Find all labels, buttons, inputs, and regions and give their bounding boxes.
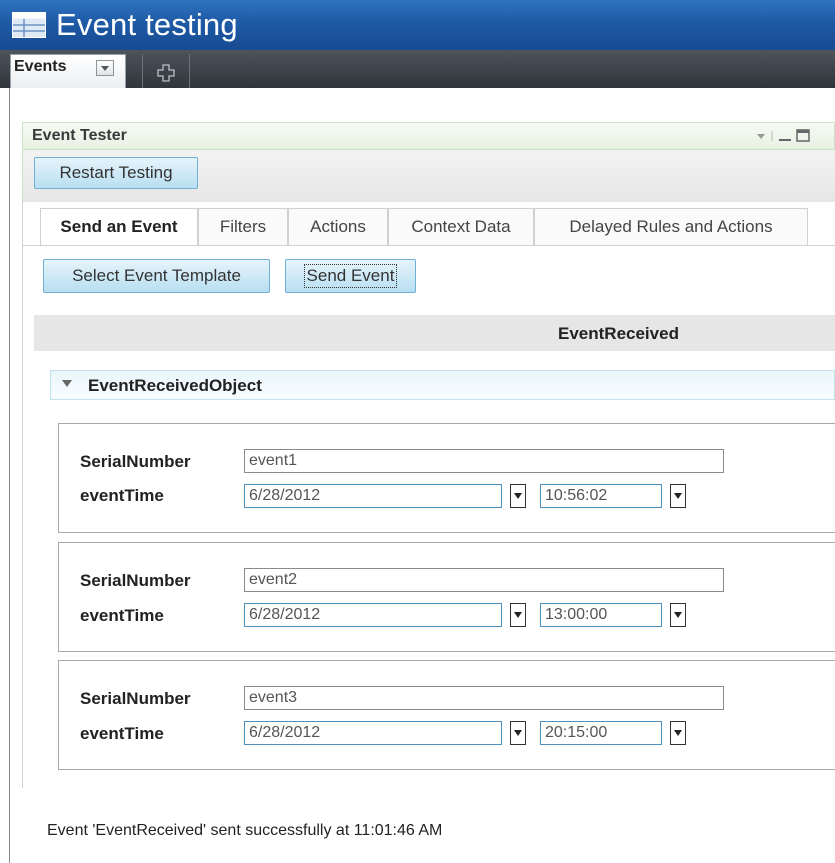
event-time-label: eventTime: [80, 606, 164, 625]
status-message: Event 'EventReceived' sent successfully …: [47, 822, 443, 839]
maximize-icon[interactable]: [796, 129, 810, 142]
event-record: [58, 542, 835, 652]
serial-number-label: SerialNumber: [80, 452, 191, 471]
event-type-header: [34, 315, 835, 351]
chevron-down-icon: [514, 493, 522, 499]
select-event-template-button[interactable]: Select Event Template: [43, 259, 270, 293]
panel-header: [22, 122, 835, 150]
tabs-baseline: [22, 245, 835, 246]
event-record: [58, 660, 835, 770]
restart-testing-button[interactable]: Restart Testing: [34, 157, 198, 189]
window-title: Event testing: [56, 7, 238, 42]
time-dropdown-button[interactable]: [670, 721, 686, 745]
frame-border: [9, 88, 10, 863]
event-time-field[interactable]: 10:56:02: [540, 484, 662, 508]
chevron-down-icon: [514, 612, 522, 618]
panel-title: Event Tester: [32, 127, 127, 144]
event-time-field[interactable]: 20:15:00: [540, 721, 662, 745]
time-dropdown-button[interactable]: [670, 603, 686, 627]
date-dropdown-button[interactable]: [510, 603, 526, 627]
plus-icon: [157, 64, 175, 82]
app-window-icon: [12, 12, 46, 38]
chevron-down-icon[interactable]: [96, 60, 114, 76]
send-event-label: Send Event: [303, 264, 398, 288]
chevron-down-icon: [674, 730, 682, 736]
tab-events-label: Events: [14, 58, 67, 75]
menu-icon[interactable]: [757, 134, 765, 139]
panel-controls: [757, 129, 810, 142]
event-time-field[interactable]: 13:00:00: [540, 603, 662, 627]
event-time-label: eventTime: [80, 724, 164, 743]
serial-number-field[interactable]: event1: [244, 449, 724, 473]
serial-number-field[interactable]: event3: [244, 686, 724, 710]
chevron-down-icon: [674, 493, 682, 499]
expand-triangle-icon[interactable]: [62, 380, 72, 387]
add-tab-button[interactable]: [142, 54, 190, 88]
serial-number-label: SerialNumber: [80, 689, 191, 708]
tab-send-an-event[interactable]: Send an Event: [40, 208, 198, 246]
tab-filters[interactable]: Filters: [198, 208, 288, 246]
event-record: [58, 423, 835, 533]
serial-number-field[interactable]: event2: [244, 568, 724, 592]
event-date-field[interactable]: 6/28/2012: [244, 721, 502, 745]
send-event-button[interactable]: Send Event: [285, 259, 416, 293]
tab-context-data[interactable]: Context Data: [388, 208, 534, 246]
tab-delayed-rules-and-actions[interactable]: Delayed Rules and Actions: [534, 208, 808, 246]
chevron-down-icon: [674, 612, 682, 618]
tab-actions[interactable]: Actions: [288, 208, 388, 246]
panel-border: [22, 202, 23, 788]
serial-number-label: SerialNumber: [80, 571, 191, 590]
event-date-field[interactable]: 6/28/2012: [244, 603, 502, 627]
event-object-label: EventReceivedObject: [88, 376, 262, 395]
event-date-field[interactable]: 6/28/2012: [244, 484, 502, 508]
date-dropdown-button[interactable]: [510, 484, 526, 508]
date-dropdown-button[interactable]: [510, 721, 526, 745]
chevron-down-icon: [514, 730, 522, 736]
event-time-label: eventTime: [80, 486, 164, 505]
event-type-label: EventReceived: [558, 324, 679, 343]
minimize-icon[interactable]: [779, 139, 791, 141]
time-dropdown-button[interactable]: [670, 484, 686, 508]
